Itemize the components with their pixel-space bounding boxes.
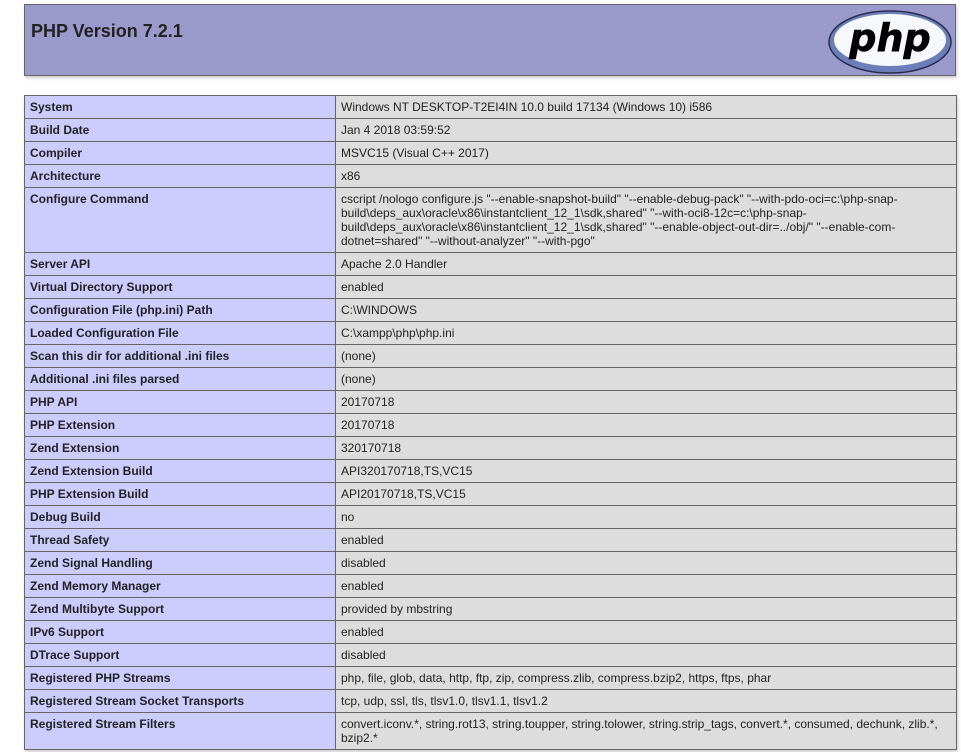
row-label: System <box>24 95 336 119</box>
row-value: (none) <box>335 367 957 391</box>
row-label: Debug Build <box>24 505 336 529</box>
row-value: enabled <box>335 620 957 644</box>
php-info-table-body: System Windows NT DESKTOP-T2EI4IN 10.0 bu… <box>24 95 957 750</box>
row-label: DTrace Support <box>24 643 336 667</box>
row-value: (none) <box>335 344 957 368</box>
row-label: Architecture <box>24 164 336 188</box>
row-value: Windows NT DESKTOP-T2EI4IN 10.0 build 17… <box>335 95 957 119</box>
row-label: Zend Extension <box>24 436 336 460</box>
table-row: Registered Stream Socket Transports tcp, … <box>24 689 957 713</box>
row-label: Zend Extension Build <box>24 459 336 483</box>
row-value: provided by mbstring <box>335 597 957 621</box>
row-label: Registered Stream Filters <box>24 712 336 750</box>
row-label: PHP API <box>24 390 336 414</box>
table-row: PHP Extension 20170718 <box>24 413 957 437</box>
table-row: Additional .ini files parsed (none) <box>24 367 957 391</box>
row-label: PHP Extension <box>24 413 336 437</box>
row-label: Zend Memory Manager <box>24 574 336 598</box>
page-header: PHP Version 7.2.1 php <box>24 4 956 76</box>
row-label: Loaded Configuration File <box>24 321 336 345</box>
row-label: PHP Extension Build <box>24 482 336 506</box>
row-value: API20170718,TS,VC15 <box>335 482 957 506</box>
table-row: Zend Multibyte Support provided by mbstri… <box>24 597 957 621</box>
php-logo-text: php <box>848 16 930 60</box>
row-label: Registered PHP Streams <box>24 666 336 690</box>
row-value: enabled <box>335 275 957 299</box>
row-value: convert.iconv.*, string.rot13, string.to… <box>335 712 957 750</box>
table-row: Scan this dir for additional .ini files(… <box>24 344 957 368</box>
table-row: Zend Signal Handling disabled <box>24 551 957 575</box>
row-label: Zend Multibyte Support <box>24 597 336 621</box>
table-row: Compiler MSVC15 (Visual C++ 2017) <box>24 141 957 165</box>
row-value: enabled <box>335 574 957 598</box>
table-row: Configuration File (php.ini) Path C:\WIND… <box>24 298 957 322</box>
row-value: enabled <box>335 528 957 552</box>
table-row: IPv6 Support enabled <box>24 620 957 644</box>
row-value: API320170718,TS,VC15 <box>335 459 957 483</box>
row-label: Zend Signal Handling <box>24 551 336 575</box>
table-row: Configure Command cscript /nologo configu… <box>24 187 957 253</box>
row-value: disabled <box>335 643 957 667</box>
row-value: x86 <box>335 164 957 188</box>
row-value: tcp, udp, ssl, tls, tlsv1.0, tlsv1.1, tl… <box>335 689 957 713</box>
row-label: Configuration File (php.ini) Path <box>24 298 336 322</box>
row-label: Additional .ini files parsed <box>24 367 336 391</box>
row-value: disabled <box>335 551 957 575</box>
table-row: Loaded Configuration File C:\xampp\php\ph… <box>24 321 957 345</box>
table-row: System Windows NT DESKTOP-T2EI4IN 10.0 bu… <box>24 95 957 119</box>
table-row: Zend Extension Build API320170718,TS,VC15 <box>24 459 957 483</box>
row-value: C:\xampp\php\php.ini <box>335 321 957 345</box>
table-row: Architecture x86 <box>24 164 957 188</box>
row-value: cscript /nologo configure.js "--enable-s… <box>335 187 957 253</box>
row-value: MSVC15 (Visual C++ 2017) <box>335 141 957 165</box>
table-row: Registered Stream Filters convert.iconv.*… <box>24 712 957 750</box>
row-label: Build Date <box>24 118 336 142</box>
table-row: DTrace Support disabled <box>24 643 957 667</box>
row-value: 320170718 <box>335 436 957 460</box>
table-row: Virtual Directory Support enabled <box>24 275 957 299</box>
row-label: Thread Safety <box>24 528 336 552</box>
row-label: IPv6 Support <box>24 620 336 644</box>
php-info-table: System Windows NT DESKTOP-T2EI4IN 10.0 bu… <box>24 95 957 750</box>
row-value: C:\WINDOWS <box>335 298 957 322</box>
php-logo-icon[interactable]: php <box>827 9 953 75</box>
row-label: Configure Command <box>24 187 336 253</box>
row-label: Server API <box>24 252 336 276</box>
row-label: Compiler <box>24 141 336 165</box>
table-row: Build Date Jan 4 2018 03:59:52 <box>24 118 957 142</box>
page-title: PHP Version 7.2.1 <box>31 21 183 41</box>
row-value: no <box>335 505 957 529</box>
row-value: Apache 2.0 Handler <box>335 252 957 276</box>
table-row: PHP API 20170718 <box>24 390 957 414</box>
table-row: Thread Safety enabled <box>24 528 957 552</box>
row-label: Scan this dir for additional .ini files <box>24 344 336 368</box>
row-label: Virtual Directory Support <box>24 275 336 299</box>
table-row: PHP Extension Build API20170718,TS,VC15 <box>24 482 957 506</box>
row-value: Jan 4 2018 03:59:52 <box>335 118 957 142</box>
row-value: 20170718 <box>335 390 957 414</box>
table-row: Server API Apache 2.0 Handler <box>24 252 957 276</box>
table-row: Debug Build no <box>24 505 957 529</box>
row-value: 20170718 <box>335 413 957 437</box>
table-row: Zend Extension 320170718 <box>24 436 957 460</box>
table-row: Registered PHP Streams php, file, glob, d… <box>24 666 957 690</box>
table-row: Zend Memory Manager enabled <box>24 574 957 598</box>
row-label: Registered Stream Socket Transports <box>24 689 336 713</box>
row-value: php, file, glob, data, http, ftp, zip, c… <box>335 666 957 690</box>
